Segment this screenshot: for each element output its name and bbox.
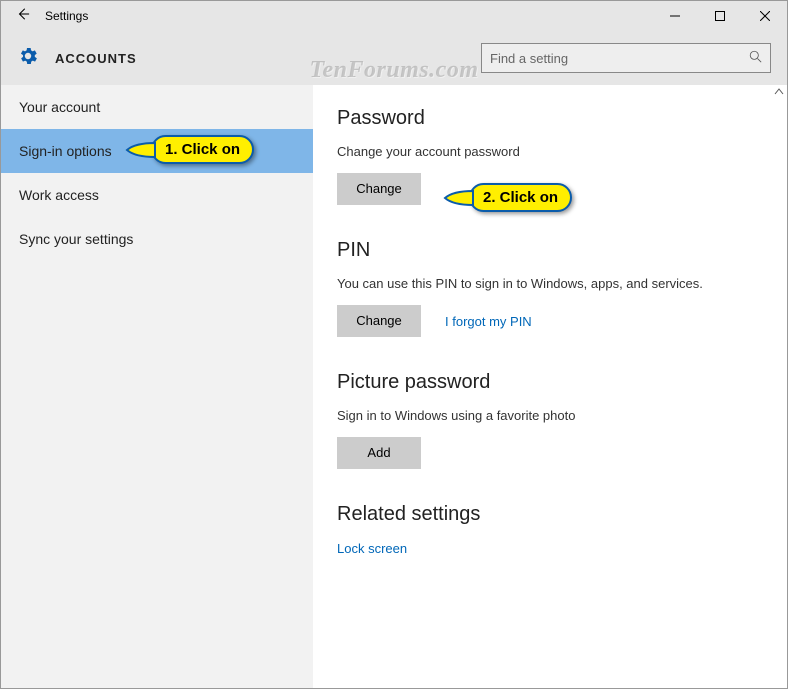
header: ACCOUNTS Find a setting bbox=[1, 31, 787, 85]
sidebar-item-sync-your-settings[interactable]: Sync your settings bbox=[1, 217, 313, 261]
sidebar-item-your-account[interactable]: Your account bbox=[1, 85, 313, 129]
search-icon bbox=[749, 50, 762, 66]
sidebar-item-work-access[interactable]: Work access bbox=[1, 173, 313, 217]
picture-password-heading: Picture password bbox=[337, 371, 763, 394]
change-pin-button[interactable]: Change bbox=[337, 305, 421, 337]
change-password-button[interactable]: Change bbox=[337, 173, 421, 205]
pin-heading: PIN bbox=[337, 239, 763, 262]
back-button[interactable] bbox=[9, 7, 37, 26]
callout-1: 1. Click on bbox=[151, 135, 254, 164]
search-placeholder: Find a setting bbox=[490, 51, 749, 66]
scroll-up-icon[interactable] bbox=[772, 85, 786, 99]
maximize-button[interactable] bbox=[697, 1, 742, 31]
forgot-pin-link[interactable]: I forgot my PIN bbox=[445, 314, 532, 329]
callout-1-text: 1. Click on bbox=[165, 141, 240, 158]
callout-2-text: 2. Click on bbox=[483, 189, 558, 206]
titlebar: Settings bbox=[1, 1, 787, 31]
sidebar-item-label: Your account bbox=[19, 99, 100, 115]
sidebar-item-label: Work access bbox=[19, 187, 99, 203]
sidebar: Your account Sign-in options Work access… bbox=[1, 85, 313, 688]
search-input[interactable]: Find a setting bbox=[481, 43, 771, 73]
lock-screen-link[interactable]: Lock screen bbox=[337, 541, 407, 556]
body: Your account Sign-in options Work access… bbox=[1, 85, 787, 688]
pin-desc: You can use this PIN to sign in to Windo… bbox=[337, 276, 763, 291]
password-heading: Password bbox=[337, 107, 763, 130]
callout-2: 2. Click on bbox=[469, 183, 572, 212]
password-desc: Change your account password bbox=[337, 144, 763, 159]
main-content: Password Change your account password Ch… bbox=[313, 85, 787, 688]
window-controls bbox=[652, 1, 787, 31]
window-title: Settings bbox=[45, 9, 88, 23]
related-settings-heading: Related settings bbox=[337, 503, 763, 526]
gear-icon bbox=[17, 45, 39, 72]
picture-password-desc: Sign in to Windows using a favorite phot… bbox=[337, 408, 763, 423]
sidebar-item-label: Sync your settings bbox=[19, 231, 133, 247]
sidebar-item-label: Sign-in options bbox=[19, 143, 112, 159]
minimize-button[interactable] bbox=[652, 1, 697, 31]
close-button[interactable] bbox=[742, 1, 787, 31]
add-picture-password-button[interactable]: Add bbox=[337, 437, 421, 469]
page-title: ACCOUNTS bbox=[55, 51, 137, 66]
